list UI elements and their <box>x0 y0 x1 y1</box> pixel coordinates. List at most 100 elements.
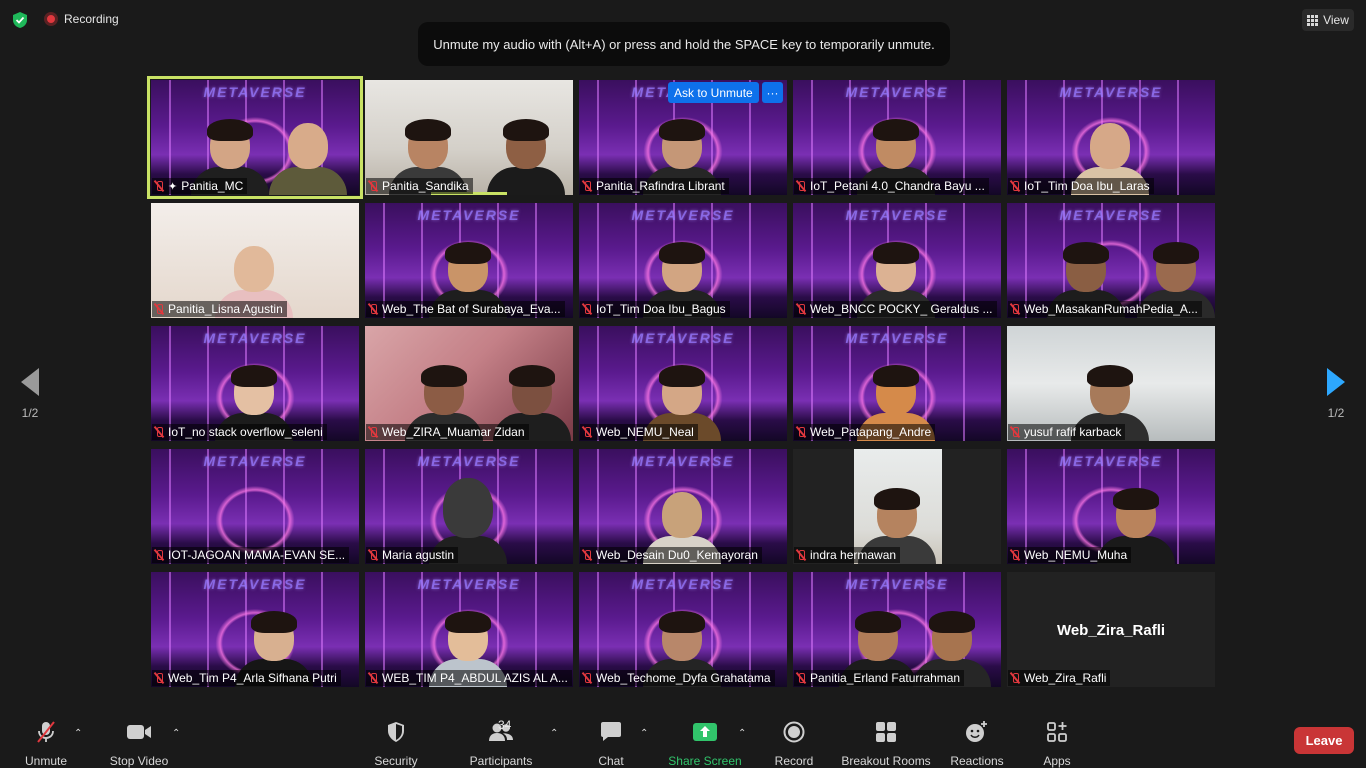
recording-label: Recording <box>64 12 119 26</box>
metaverse-background-text: METAVERSE <box>631 453 735 469</box>
chat-options-chevron-icon[interactable]: ⌃ <box>640 728 648 739</box>
smiley-plus-icon <box>966 721 987 742</box>
stop-video-button[interactable]: Stop Video <box>105 720 173 768</box>
participant-name-label: Panitia_Lisna Agustin <box>152 301 287 317</box>
arrow-right-icon[interactable] <box>1327 368 1345 396</box>
muted-mic-icon <box>1010 672 1020 684</box>
metaverse-background-text: METAVERSE <box>845 84 949 100</box>
ask-to-unmute-button[interactable]: Ask to Unmute <box>668 82 759 103</box>
metaverse-background-text: METAVERSE <box>1059 207 1163 223</box>
page-indicator-right: 1/2 <box>1327 406 1345 420</box>
metaverse-background-text: METAVERSE <box>203 453 307 469</box>
participant-name-label: Web_Desain Du0_Kemayoran <box>580 547 762 563</box>
participant-tile[interactable]: Panitia_Sandika <box>365 80 573 195</box>
participants-button[interactable]: 34 Participants <box>468 718 534 768</box>
microphone-muted-icon <box>37 721 55 743</box>
leave-meeting-button[interactable]: Leave <box>1294 727 1354 754</box>
muted-mic-icon <box>368 549 378 561</box>
metaverse-background-text: METAVERSE <box>845 576 949 592</box>
tile-more-options-button[interactable]: ··· <box>762 82 783 103</box>
muted-mic-icon <box>154 426 164 438</box>
participant-tile[interactable]: METAVERSE Ask to Unmute ··· Panitia_Rafi… <box>579 80 787 195</box>
chat-button[interactable]: Chat <box>592 720 630 768</box>
participant-tile[interactable]: Web_Zira_Rafli Web_Zira_Rafli <box>1007 572 1215 687</box>
participant-tile[interactable]: METAVERSE Web_The Bat of Surabaya_Eva... <box>365 203 573 318</box>
unmute-button[interactable]: Unmute <box>20 720 72 768</box>
participant-video <box>487 119 565 195</box>
record-button[interactable]: Record <box>772 720 816 768</box>
participant-name-label: Web_NEMU_Muha <box>1008 547 1132 563</box>
previous-page-nav[interactable]: 1/2 <box>0 360 60 420</box>
metaverse-background-text: METAVERSE <box>845 330 949 346</box>
recording-indicator[interactable]: Recording <box>44 12 119 26</box>
participant-tile[interactable]: METAVERSE Web_Patapang_Andre <box>793 326 1001 441</box>
participant-name-label: Web_Techome_Dyfa Grahatama <box>580 670 775 686</box>
view-label: View <box>1323 13 1349 27</box>
participant-tile[interactable]: Web_ZIRA_Muamar Zidan <box>365 326 573 441</box>
muted-mic-icon <box>1010 180 1020 192</box>
muted-mic-icon <box>154 303 164 315</box>
participant-tile[interactable]: METAVERSE IoT_Tim Doa Ibu_Laras <box>1007 80 1215 195</box>
next-page-nav[interactable]: 1/2 <box>1306 360 1366 420</box>
metaverse-background-text: METAVERSE <box>845 207 949 223</box>
muted-mic-icon <box>582 426 592 438</box>
breakout-rooms-button[interactable]: Breakout Rooms <box>840 720 932 768</box>
security-shield-icon[interactable] <box>11 11 29 29</box>
view-button[interactable]: View <box>1302 9 1354 31</box>
participant-tile[interactable]: METAVERSE ✦ Panitia_MC <box>147 76 363 199</box>
participant-name-label: Web_Patapang_Andre <box>794 424 936 440</box>
participant-tile[interactable]: METAVERSE Web_MasakanRumahPedia_A... <box>1007 203 1215 318</box>
participant-tile[interactable]: yusuf rafif karback <box>1007 326 1215 441</box>
participant-tile[interactable]: METAVERSE Web_NEMU_Neal <box>579 326 787 441</box>
participant-name-label: Web_ZIRA_Muamar Zidan <box>366 424 529 440</box>
participant-tile[interactable]: METAVERSE IoT_Petani 4.0_Chandra Bayu ..… <box>793 80 1001 195</box>
apps-button[interactable]: Apps <box>1038 720 1076 768</box>
metaverse-background-text: METAVERSE <box>417 576 521 592</box>
video-options-chevron-icon[interactable]: ⌃ <box>172 728 180 739</box>
participant-tile[interactable]: METAVERSE Web_Techome_Dyfa Grahatama <box>579 572 787 687</box>
record-dot-icon <box>44 12 58 26</box>
participant-display-name: Web_Zira_Rafli <box>1056 622 1166 639</box>
record-icon <box>783 721 805 743</box>
participant-name-label: IoT_Tim Doa Ibu_Laras <box>1008 178 1154 194</box>
shield-icon <box>388 722 404 742</box>
chat-bubble-icon <box>601 722 621 741</box>
muted-mic-icon <box>368 672 378 684</box>
metaverse-background-text: METAVERSE <box>203 576 307 592</box>
participant-tile[interactable]: indra hermawan <box>793 449 1001 564</box>
meeting-controls-toolbar: Unmute ⌃ Stop Video ⌃ Security 34 Partic… <box>0 708 1366 768</box>
pin-icon: ✦ <box>168 180 178 193</box>
video-gallery: METAVERSE ✦Panitia_MC Panitia_Sandika ME… <box>147 76 1215 688</box>
breakout-rooms-icon <box>876 722 896 742</box>
participant-tile[interactable]: METAVERSE IoT_Tim Doa Ibu_Bagus <box>579 203 787 318</box>
participants-options-chevron-icon[interactable]: ⌃ <box>550 728 558 739</box>
participant-tile[interactable]: METAVERSE Web_BNCC POCKY_ Geraldus ... <box>793 203 1001 318</box>
participant-tile[interactable]: METAVERSE Web_NEMU_Muha <box>1007 449 1215 564</box>
participant-name-label: IoT_no stack overflow_seleni <box>152 424 327 440</box>
share-options-chevron-icon[interactable]: ⌃ <box>738 728 746 739</box>
participant-tile[interactable]: METAVERSE Panitia_Erland Faturrahman <box>793 572 1001 687</box>
participant-name-label: IoT_Tim Doa Ibu_Bagus <box>580 301 730 317</box>
participant-name-label: IOT-JAGOAN MAMA-EVAN SE... <box>152 547 350 563</box>
muted-mic-icon <box>1010 303 1020 315</box>
security-button[interactable]: Security <box>370 720 422 768</box>
participant-tile[interactable]: METAVERSE Maria agustin <box>365 449 573 564</box>
participant-tile[interactable]: METAVERSE Web_Desain Du0_Kemayoran <box>579 449 787 564</box>
muted-mic-icon <box>796 672 806 684</box>
participant-tile[interactable]: METAVERSE WEB_TIM P4_ABDUL AZIS AL A... <box>365 572 573 687</box>
participant-tile[interactable]: METAVERSE Web_Tim P4_Arla Sifhana Putri <box>151 572 359 687</box>
audio-options-chevron-icon[interactable]: ⌃ <box>74 728 82 739</box>
participant-tile[interactable]: METAVERSE IoT_no stack overflow_seleni <box>151 326 359 441</box>
participant-tile[interactable]: Panitia_Lisna Agustin <box>151 203 359 318</box>
metaverse-background-text: METAVERSE <box>417 207 521 223</box>
reactions-button[interactable]: Reactions <box>950 720 1004 768</box>
participant-tile[interactable]: METAVERSE IOT-JAGOAN MAMA-EVAN SE... <box>151 449 359 564</box>
arrow-left-icon[interactable] <box>21 368 39 396</box>
muted-mic-icon <box>796 549 806 561</box>
share-screen-arrow-icon <box>693 723 717 741</box>
share-screen-button[interactable]: Share Screen <box>668 720 742 768</box>
participant-name-label: Panitia_Rafindra Librant <box>580 178 729 194</box>
participant-video <box>269 115 347 195</box>
muted-mic-icon <box>1010 426 1020 438</box>
participant-name-label: WEB_TIM P4_ABDUL AZIS AL A... <box>366 670 572 686</box>
